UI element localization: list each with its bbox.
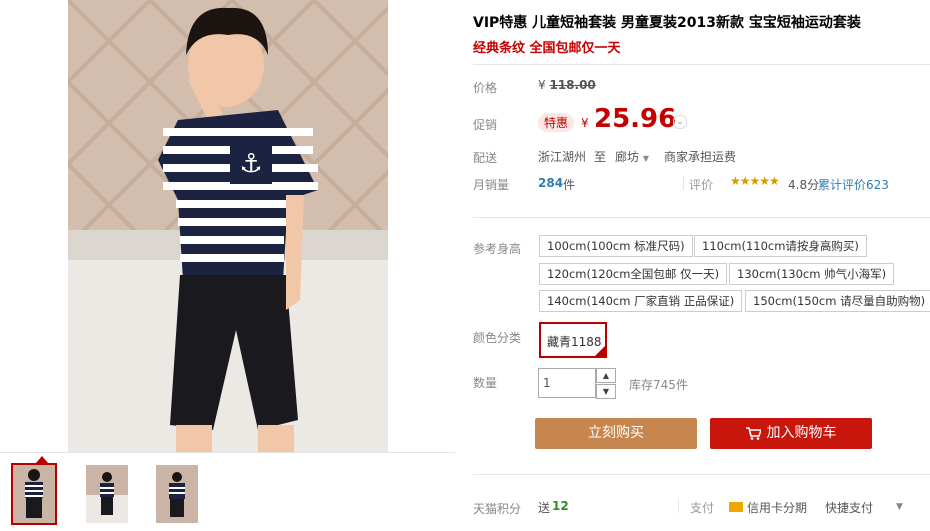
rating-stars-icon: ★★★★★ [730,174,780,188]
thumbnail-strip [0,452,455,531]
divider [678,499,679,513]
original-price: ¥ 118.00 [538,78,596,92]
quantity-value: 1 [543,376,551,390]
currency-symbol: ¥ [581,116,589,130]
credit-installment[interactable]: 信用卡分期 [747,499,807,516]
buy-now-button[interactable]: 立刻购买 [535,418,697,449]
pay-label: 支付 [690,501,715,515]
product-title: VIP特惠 儿童短袖套装 男童夏装2013新款 宝宝短袖运动套装 [473,15,861,31]
size-option-140[interactable]: 140cm(140cm 厂家直销 正品保证) [539,290,743,312]
color-option-label: 藏青1188 [547,335,602,349]
thumbnail-selected-caret [36,456,48,463]
quantity-input[interactable]: 1 [538,368,596,398]
monthly-sales-count: 284 [538,176,564,190]
divider [473,217,930,218]
quantity-increase-button[interactable]: ▲ [596,368,616,383]
caret-down-icon[interactable]: ▼ [896,502,903,512]
thumbnail-2[interactable] [86,465,128,523]
color-option-selected[interactable]: 藏青1188 [539,322,607,358]
shipping-from: 浙江湖州 [538,150,587,164]
thumbnail-1[interactable] [11,463,57,525]
points-label: 天猫积分 [473,502,522,516]
shipping-to-word: 至 [594,150,607,164]
quantity-label: 数量 [473,376,498,390]
review-count-link[interactable]: 累计评价623 [818,176,889,193]
review-label: 评价 [689,178,714,192]
points-value: 12 [552,499,569,513]
points-prefix: 送 [538,501,551,515]
credit-card-icon [729,502,743,512]
child-photo: ⚓ [68,0,388,452]
divider [473,474,930,475]
size-label: 参考身高 [473,242,522,256]
price-label: 价格 [473,81,498,95]
product-subtitle: 经典条纹 全国包邮仅一天 [473,41,621,56]
size-option-150[interactable]: 150cm(150cm 请尽量自助购物) [745,290,930,312]
current-price: 25.96 [594,104,677,134]
rating-score: 4.8分 [788,178,820,192]
color-label: 颜色分类 [473,331,522,345]
shipping-note: 商家承担运费 [664,150,737,164]
size-option-100[interactable]: 100cm(100cm 标准尺码) [539,235,693,257]
product-info-panel: VIP特惠 儿童短袖套装 男童夏装2013新款 宝宝短袖运动套装 经典条纹 全国… [473,0,930,530]
chevron-down-icon[interactable]: ⌄ [673,115,687,129]
sales-label: 月销量 [473,178,510,192]
size-option-110[interactable]: 110cm(110cm请按身高购买) [694,235,867,257]
add-to-cart-label: 加入购物车 [766,425,837,441]
promo-badge: 特惠 [538,113,575,132]
selected-check-icon [595,346,605,356]
add-to-cart-button[interactable]: 加入购物车 [710,418,872,449]
divider [683,176,684,190]
stock-text: 库存745件 [629,378,688,392]
shipping-label: 配送 [473,151,498,165]
size-option-130[interactable]: 130cm(130cm 帅气小海军) [729,263,895,285]
quantity-decrease-button[interactable]: ▼ [596,384,616,399]
caret-down-icon: ▼ [642,154,649,163]
shipping-destination-dropdown[interactable]: 廊坊 ▼ [615,148,649,165]
size-option-120[interactable]: 120cm(120cm全国包邮 仅一天) [539,263,728,285]
main-product-image[interactable]: ⚓ [68,0,388,452]
divider [473,64,930,65]
product-gallery: ⚓ [0,0,455,530]
quick-pay[interactable]: 快捷支付 [825,499,873,516]
cart-icon [745,426,761,440]
monthly-sales-unit: 件 [563,178,576,192]
promo-label: 促销 [473,118,498,132]
svg-text:⚓: ⚓ [239,149,262,179]
thumbnail-3[interactable] [156,465,198,523]
